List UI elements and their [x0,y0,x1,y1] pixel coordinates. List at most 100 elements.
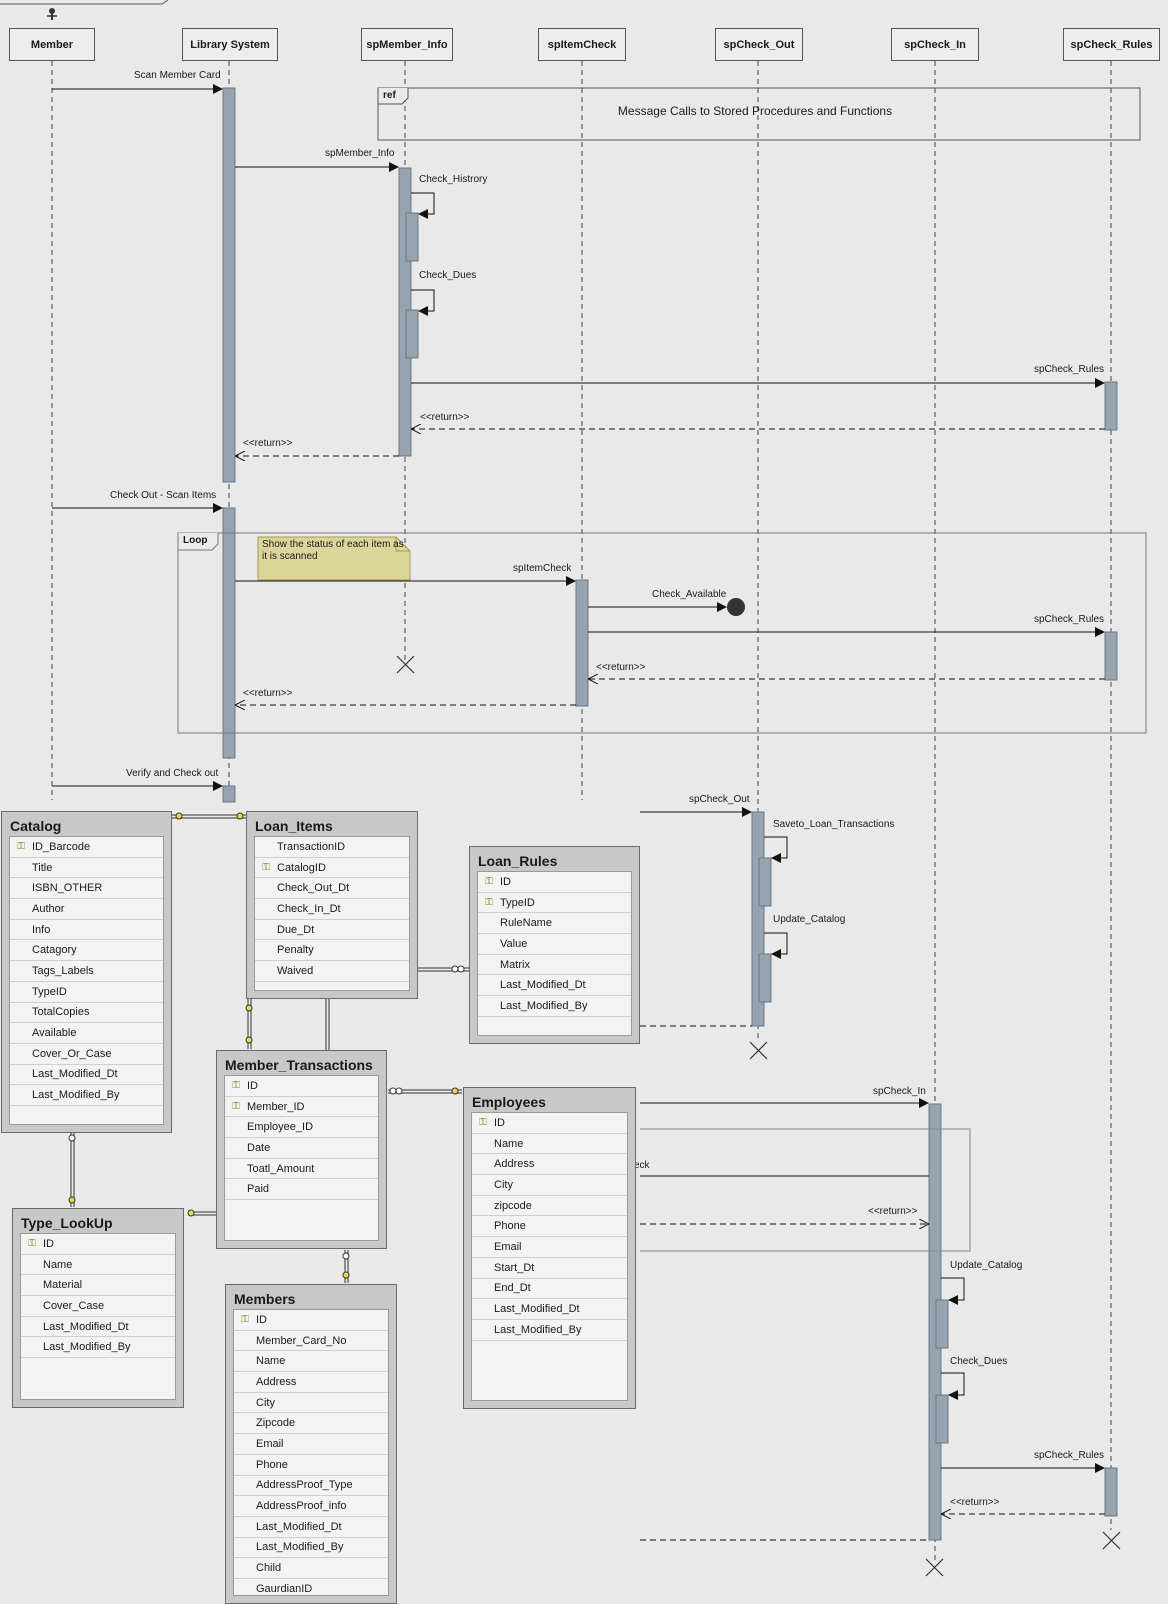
field-row[interactable]: zipcode [472,1196,627,1217]
lifeline-head-spcheck-out[interactable]: spCheck_Out [715,28,803,61]
table-type-lookup[interactable]: Type_LookUp ⚿ ID Name Material Cover_Case Las… [12,1208,184,1408]
lifeline-head-spcheck-in[interactable]: spCheck_In [891,28,979,61]
msg-check-dues [411,289,435,316]
field-row[interactable]: Last_Modified_By [10,1085,163,1106]
field-row[interactable]: Last_Modified_By [21,1337,175,1359]
field-row[interactable]: ⚿ ID [234,1310,388,1331]
field-row[interactable]: Catagory [10,940,163,962]
field-row[interactable]: Name [472,1134,627,1155]
lifeline-head-spmember-info[interactable]: spMember_Info [361,28,453,61]
field-row[interactable]: GaurdianID [234,1579,388,1600]
field-row[interactable]: ⚿ TypeID [478,893,631,914]
lifeline-head-spitemcheck[interactable]: spItemCheck [538,28,626,61]
field-name: Info [32,923,51,936]
field-row[interactable]: RuleName [478,913,631,935]
field-row[interactable]: Address [472,1154,627,1176]
table-fields: ⚿ ID Member_Card_No Name Address City Zipcode E… [233,1309,389,1600]
table-fields: TransactionID ⚿ CatalogID Check_Out_Dt Check… [254,836,410,991]
field-row[interactable]: AddressProof_Type [234,1476,388,1497]
field-row[interactable]: Title [10,858,163,879]
lifeline-head-member[interactable]: Member [9,28,95,61]
table-members[interactable]: Members ⚿ ID Member_Card_No Name Address City… [225,1284,397,1604]
field-row[interactable]: ⚿ ID [21,1234,175,1255]
field-row[interactable]: Last_Modified_Dt [21,1317,175,1338]
loop-note: Show the status of each item as it is sc… [262,539,404,562]
field-row[interactable]: ⚿ ID [478,872,631,893]
field-row[interactable]: Child [234,1558,388,1579]
field-row[interactable]: Last_Modified_By [472,1320,627,1341]
field-row[interactable]: Last_Modified_Dt [10,1065,163,1086]
label-return-6: <<return>> [950,1497,1000,1508]
field-row[interactable]: Name [234,1351,388,1373]
field-row[interactable]: ISBN_OTHER [10,878,163,900]
field-row[interactable]: Email [234,1434,388,1455]
field-row[interactable]: Last_Modified_Dt [478,975,631,997]
field-row[interactable]: ⚿ ID_Barcode [10,837,163,858]
field-row[interactable]: ⚿ ID [472,1113,627,1134]
field-row[interactable]: TransactionID [255,837,409,858]
field-row[interactable]: Name [21,1255,175,1276]
table-catalog[interactable]: Catalog ⚿ ID_Barcode Title ISBN_OTHER Author… [1,811,172,1133]
field-row[interactable]: Toatl_Amount [225,1159,378,1180]
field-row[interactable]: Member_Card_No [234,1331,388,1352]
field-name: Matrix [500,958,530,971]
label-update-catalog-1: Update_Catalog [773,914,846,925]
field-row[interactable]: Last_Modified_By [234,1538,388,1559]
field-name: TypeID [32,985,67,998]
field-name: TotalCopies [32,1006,90,1019]
field-row[interactable]: Info [10,920,163,941]
label-check-dues: Check_Dues [419,270,477,281]
table-fields: ⚿ ID Name Material Cover_Case Last_Modified_D… [20,1233,176,1400]
field-row[interactable]: Address [234,1372,388,1393]
label-partial-check: eck [634,1160,650,1171]
field-name: ID_Barcode [32,840,91,853]
field-name: Waived [277,964,314,977]
field-row[interactable]: ⚿ Member_ID [225,1097,378,1118]
field-row[interactable]: City [234,1393,388,1414]
field-row[interactable]: End_Dt [472,1279,627,1300]
activation-rules-1 [1104,381,1118,431]
field-name: Value [500,937,528,950]
field-row[interactable]: TypeID [10,982,163,1003]
field-row[interactable]: Paid [225,1179,378,1201]
field-row[interactable]: Last_Modified_Dt [234,1517,388,1538]
table-employees[interactable]: Employees ⚿ ID Name Address City zipcode Phone… [463,1087,636,1409]
table-loan-rules[interactable]: Loan_Rules ⚿ ID ⚿ TypeID RuleName Value Matrix… [469,846,640,1044]
field-name: Zipcode [256,1417,296,1430]
field-row[interactable]: Employee_ID [225,1117,378,1139]
table-loan-items[interactable]: Loan_Items TransactionID ⚿ CatalogID Check_… [246,811,418,999]
field-row[interactable]: Last_Modified_Dt [472,1299,627,1320]
field-row[interactable]: Author [10,899,163,920]
field-row[interactable]: AddressProof_info [234,1496,388,1517]
field-row[interactable]: Phone [234,1455,388,1476]
field-row[interactable]: Check_Out_Dt [255,878,409,900]
field-row[interactable]: Available [10,1023,163,1044]
field-row[interactable]: Last_Modified_By [478,996,631,1017]
field-row[interactable]: Due_Dt [255,920,409,941]
lifeline-head-spcheck-rules[interactable]: spCheck_Rules [1063,28,1160,61]
field-row[interactable]: Email [472,1237,627,1258]
field-row[interactable]: City [472,1175,627,1196]
table-member-transactions[interactable]: Member_Transactions ⚿ ID ⚿ Member_ID Employe… [216,1050,387,1249]
field-row[interactable]: Start_Dt [472,1258,627,1279]
field-row[interactable]: Waived [255,961,409,982]
lifeline-head-library-system[interactable]: Library System [182,28,278,61]
rel-many-end [457,965,465,973]
field-name: Last_Modified_Dt [32,1068,118,1081]
field-row[interactable]: Date [225,1138,378,1159]
field-row[interactable]: Matrix [478,955,631,976]
field-row[interactable]: Tags_Labels [10,961,163,982]
field-row[interactable]: Check_In_Dt [255,899,409,920]
field-row[interactable]: Zipcode [234,1413,388,1435]
field-row[interactable]: Value [478,934,631,955]
field-name: Phone [494,1220,526,1233]
field-row[interactable]: Material [21,1275,175,1297]
field-row[interactable]: Phone [472,1216,627,1238]
field-row[interactable]: ⚿ CatalogID [255,858,409,879]
field-row[interactable]: Penalty [255,940,409,962]
field-name: Phone [256,1458,288,1471]
field-row[interactable]: TotalCopies [10,1003,163,1024]
field-row[interactable]: ⚿ ID [225,1076,378,1097]
field-row[interactable]: Cover_Or_Case [10,1044,163,1065]
field-row[interactable]: Cover_Case [21,1296,175,1317]
